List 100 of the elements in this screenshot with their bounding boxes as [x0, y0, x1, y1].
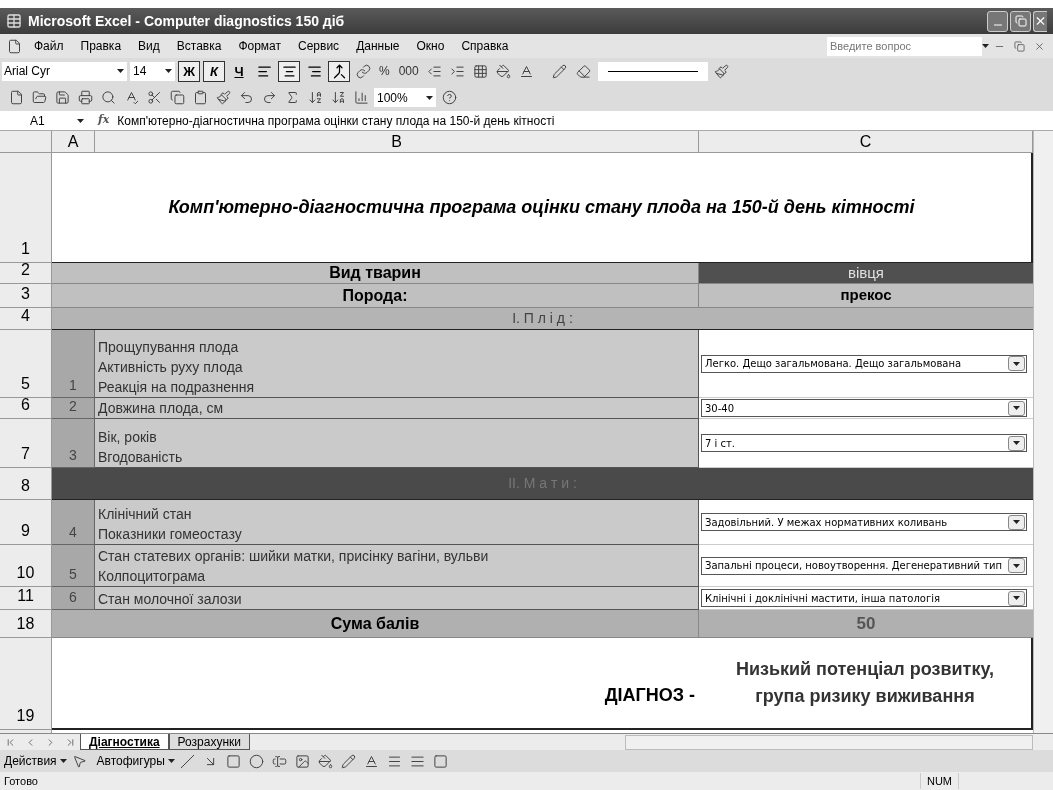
row-header[interactable]: 9: [0, 500, 52, 545]
caret-icon: [165, 69, 172, 73]
criteria-cell: Вік, років Вгодованість: [95, 419, 699, 468]
dropdown-value: Задовільний. У межах нормативних коливань: [704, 515, 949, 530]
dropdown[interactable]: 7 і ст.: [701, 434, 1027, 452]
font-style-button[interactable]: Ч: [228, 60, 250, 82]
sheet-tab[interactable]: Розрахунки: [168, 734, 251, 750]
caret-icon: [59, 759, 67, 763]
number-format-button[interactable]: 000: [395, 62, 422, 80]
menu-item[interactable]: Правка: [80, 37, 122, 55]
minimize-button[interactable]: [987, 10, 1008, 32]
close-icon: [1034, 14, 1047, 28]
dropdown[interactable]: Легко. Дещо загальмована. Дещо загальмована: [701, 354, 1027, 373]
row-header[interactable]: 11: [0, 587, 52, 610]
row-header[interactable]: 19: [0, 638, 52, 730]
row-header[interactable]: 4: [0, 308, 52, 330]
row-header[interactable]: 6: [0, 398, 52, 419]
index-cell: 5: [52, 545, 95, 587]
formula-field[interactable]: Комп'ютерно-діагностична програма оцінки стану плода на 150-й день кітності: [117, 111, 555, 130]
menu-item[interactable]: Сервис: [298, 37, 340, 55]
caret-icon: [426, 95, 433, 100]
menu-item[interactable]: Данные: [356, 37, 400, 55]
column-header[interactable]: B: [95, 131, 699, 153]
caret-icon: [1013, 596, 1020, 600]
dropdown[interactable]: Задовільний. У межах нормативних коливань: [701, 513, 1027, 531]
row-header[interactable]: 1: [0, 153, 52, 263]
row-header[interactable]: 3: [0, 284, 52, 308]
menu-item[interactable]: Справка: [461, 37, 509, 55]
row-header[interactable]: 2: [0, 263, 52, 284]
menu-item[interactable]: Окно: [416, 37, 445, 55]
align-center-icon[interactable]: [278, 60, 300, 82]
help-search-field[interactable]: Введите вопрос: [827, 36, 982, 56]
close-button[interactable]: [1033, 10, 1047, 32]
restore-button[interactable]: [1010, 10, 1031, 32]
index-cell: 6: [52, 587, 95, 610]
help-dropdown-icon: [982, 44, 989, 48]
dropdown-value: 30-40: [704, 401, 736, 416]
row-header[interactable]: 8: [0, 468, 52, 500]
row-header[interactable]: 18: [0, 610, 52, 638]
menu-item[interactable]: Файл: [34, 37, 64, 55]
restore-icon: [1014, 15, 1027, 27]
merge-cells-icon[interactable]: [328, 60, 350, 82]
caret-icon: [167, 759, 175, 763]
excel-logo-icon: [6, 13, 22, 29]
function-label[interactable]: fx: [90, 112, 118, 129]
section-header: І. П л і д :: [52, 308, 1033, 330]
zoom-field[interactable]: 100%: [374, 88, 436, 107]
menu-item[interactable]: Формат: [238, 37, 282, 55]
total-value: 50: [699, 610, 1033, 638]
index-cell: 4: [52, 500, 95, 545]
diagnosis-text: Низький потенціал розвитку, група ризику виживання: [699, 638, 1033, 730]
label-cell: Порода:: [52, 284, 699, 308]
criteria-cell: Довжина плода, см: [95, 398, 699, 419]
caret-icon: [77, 118, 84, 123]
dropdown[interactable]: Клінічні і доклінічні мастити, інша патологія: [701, 589, 1027, 607]
caret-icon: [1013, 406, 1020, 410]
horizontal-scrollbar[interactable]: [625, 734, 1033, 750]
title-cell: Комп'ютерно-діагностична програма оцінки стану плода на 150-й день кітності: [52, 153, 1033, 263]
menu-item[interactable]: Вставка: [176, 37, 222, 55]
label-cell: Вид тварин: [52, 263, 699, 284]
dropdown[interactable]: Запальні процеси, новоутворення. Дегенеративний тип: [701, 556, 1027, 575]
font-size-field[interactable]: 14: [130, 61, 175, 81]
actions-menu[interactable]: Действия: [4, 752, 67, 770]
font-style-button[interactable]: К: [203, 60, 225, 82]
vertical-scrollbar[interactable]: [1033, 131, 1053, 733]
menu-item[interactable]: Вид: [138, 37, 160, 55]
index-cell: 2: [52, 398, 95, 419]
row-header[interactable]: 7: [0, 419, 52, 468]
caret-icon: [1013, 563, 1020, 568]
criteria-cell: Стан молочної залози: [95, 587, 699, 610]
caret-icon: [117, 69, 124, 73]
num-lock-indicator: NUM: [919, 772, 959, 790]
dropdown-value: Клінічні і доклінічні мастити, інша патологія: [704, 591, 942, 606]
line-style-field[interactable]: [597, 61, 708, 81]
dropdown-value: 7 і ст.: [704, 436, 736, 451]
value-cell: вівця: [699, 263, 1033, 284]
criteria-cell: Прощупування плода Активність руху плода Реакція на подразнення: [95, 330, 699, 398]
index-cell: 3: [52, 419, 95, 468]
autoshapes-menu[interactable]: Автофигуры: [96, 752, 175, 770]
font-style-button[interactable]: Ж: [178, 60, 200, 82]
criteria-cell: Клінічний стан Показники гомеостазу: [95, 500, 699, 545]
row-header[interactable]: 10: [0, 545, 52, 587]
dropdown-value: Запальні процеси, новоутворення. Дегенеративний тип: [704, 559, 1003, 573]
name-box[interactable]: A1: [0, 111, 90, 130]
column-header[interactable]: C: [699, 131, 1033, 153]
criteria-cell: Стан статевих органів: шийки матки, присінку вагіни, вульви Колпоцитограма: [95, 545, 699, 587]
total-label: Сума балів: [52, 610, 699, 638]
status-text: Готово: [4, 773, 38, 789]
number-format-button[interactable]: %: [376, 62, 393, 80]
row-header[interactable]: 5: [0, 330, 52, 398]
caret-icon: [1013, 361, 1020, 366]
window-title: Microsoft Excel - Computer diagnostics 150 діб: [28, 11, 345, 31]
index-cell: 1: [52, 330, 95, 398]
sheet-tab[interactable]: Діагностика: [80, 734, 169, 750]
caret-icon: [1013, 520, 1020, 524]
column-header[interactable]: A: [52, 131, 95, 153]
value-cell: прекос: [699, 284, 1033, 308]
font-name-field[interactable]: Arial Cyr: [2, 61, 127, 81]
dropdown[interactable]: 30-40: [701, 399, 1027, 417]
dropdown-value: Легко. Дещо загальмована. Дещо загальмована: [704, 357, 963, 371]
